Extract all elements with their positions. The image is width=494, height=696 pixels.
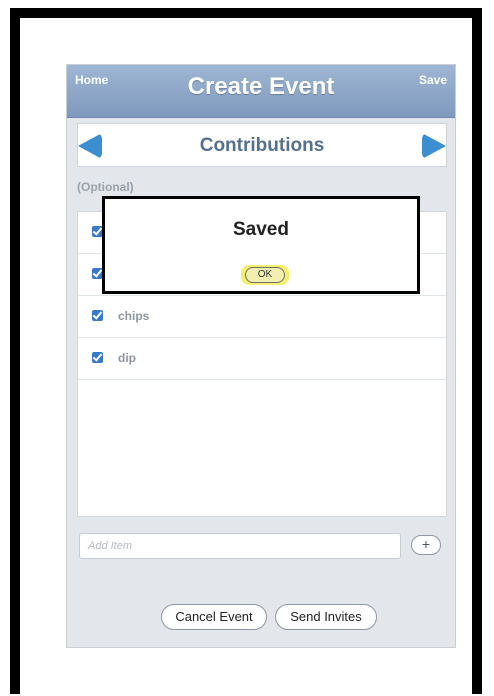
section-header: Contributions <box>77 123 447 167</box>
list-item[interactable]: chips <box>78 296 446 338</box>
checkbox[interactable] <box>92 352 103 363</box>
save-button[interactable]: Save <box>419 73 447 87</box>
navbar: Home Create Event Save <box>67 65 455 118</box>
page-title: Create Event <box>187 73 335 100</box>
ok-button[interactable]: OK <box>245 267 285 283</box>
section-title: Contributions <box>199 135 325 156</box>
optional-label: (Optional) <box>77 180 134 194</box>
checkbox[interactable] <box>92 310 103 321</box>
list-item[interactable]: dip <box>78 338 446 380</box>
add-item-button[interactable]: + <box>411 535 441 555</box>
dialog-title: Saved <box>233 219 289 240</box>
add-item-input[interactable]: Add Item <box>79 533 401 559</box>
cancel-event-button[interactable]: Cancel Event <box>161 604 267 630</box>
list-item-label: dip <box>118 351 136 365</box>
ok-button-highlight: OK <box>241 265 289 285</box>
phone-screen: Home Create Event Save Contributions (Op… <box>66 64 456 648</box>
list-item-label: chips <box>118 309 150 323</box>
saved-dialog: Saved OK <box>102 196 420 294</box>
send-invites-button[interactable]: Send Invites <box>275 604 377 630</box>
